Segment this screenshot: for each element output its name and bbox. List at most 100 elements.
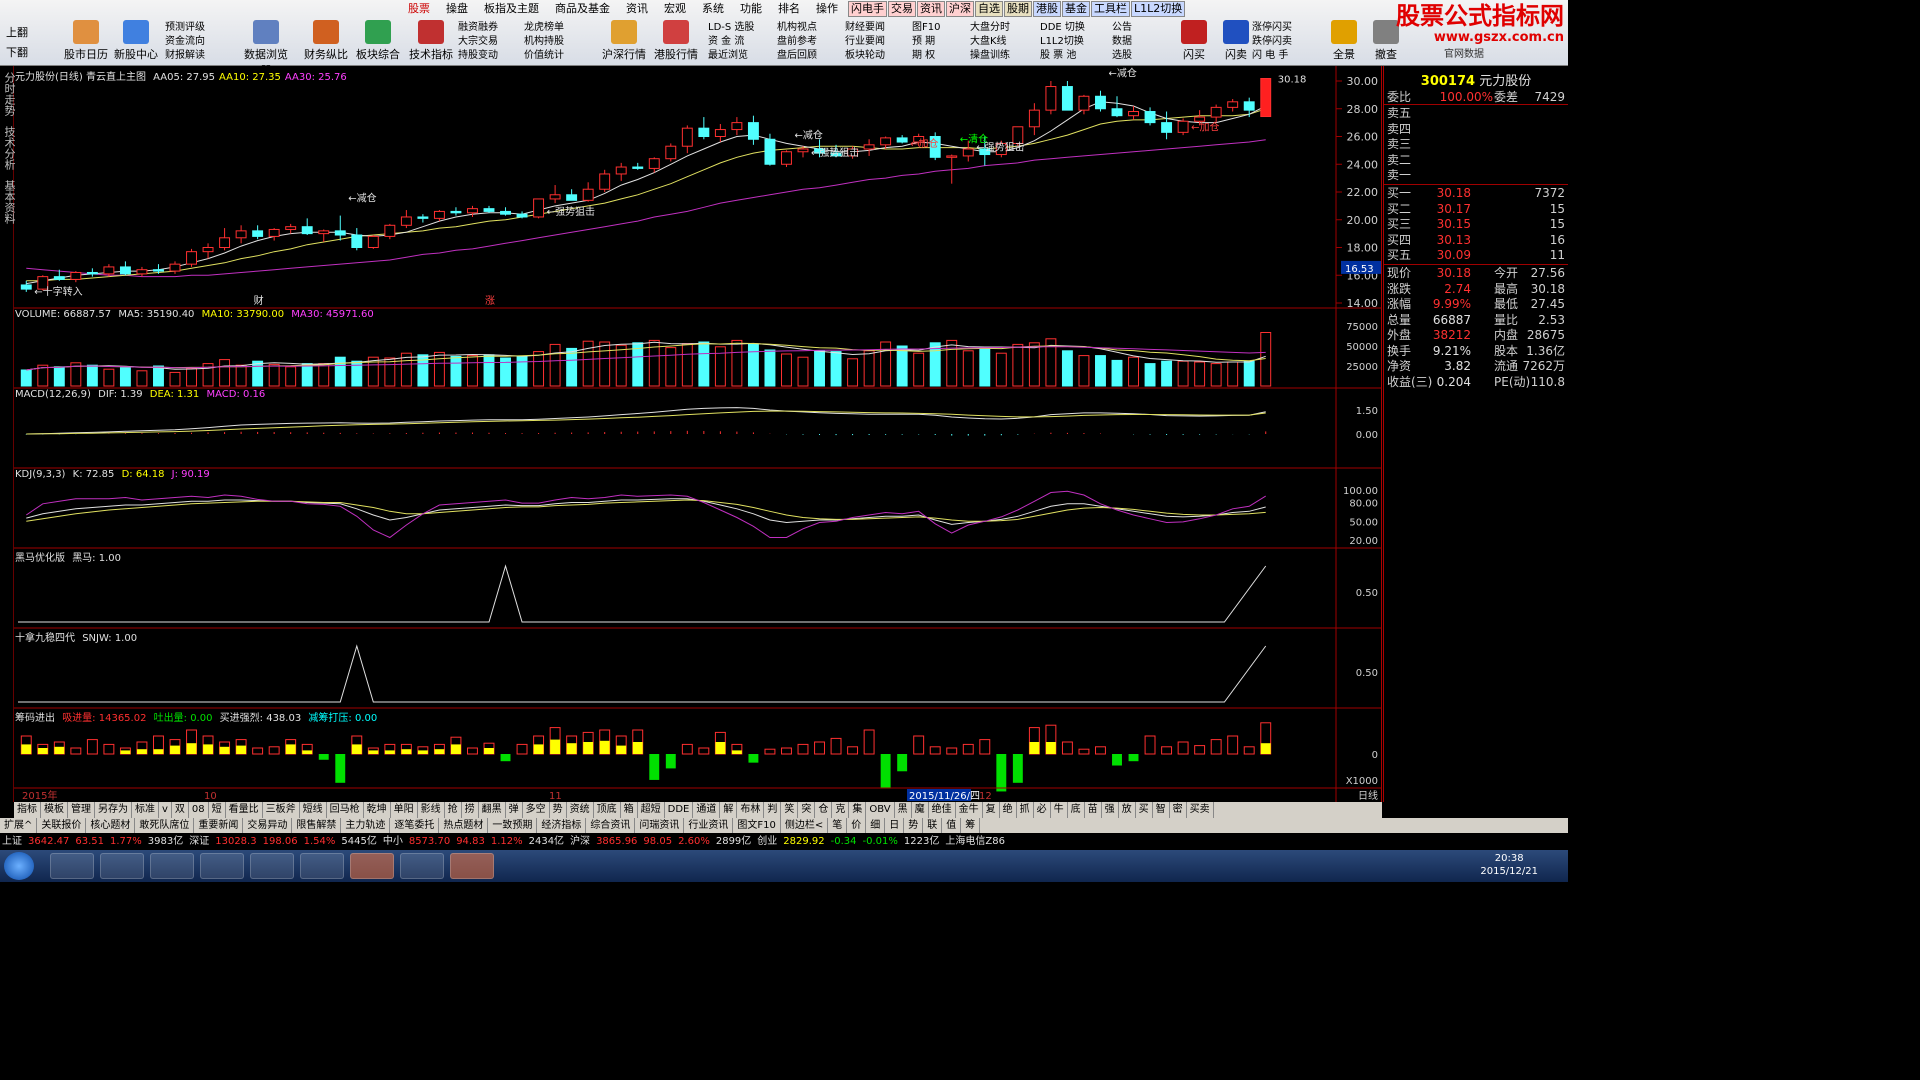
indicator-tab[interactable]: 抓 [1017, 802, 1034, 818]
info-tab[interactable]: 关联报价 [37, 818, 87, 833]
indicator-tab[interactable]: 翻黑 [479, 802, 506, 818]
quick-item[interactable]: 闪电手 [848, 1, 887, 17]
candle-body[interactable] [1045, 86, 1057, 111]
menu-item[interactable]: 操盘 [438, 1, 476, 16]
candle-body[interactable] [53, 276, 65, 280]
toolbar-link[interactable]: 机构视点 [777, 21, 817, 35]
candle-body[interactable] [433, 210, 445, 219]
info-tab[interactable]: 经济指标 [537, 818, 587, 833]
indicator-tab[interactable]: 突 [798, 802, 816, 818]
menu-item[interactable]: 资讯 [618, 1, 656, 16]
candle-body[interactable] [632, 166, 644, 169]
page-up-button[interactable]: 上翻 [6, 26, 28, 40]
toolbar-button[interactable]: 板块综合 [352, 20, 404, 64]
candle-body[interactable] [301, 226, 313, 235]
indicator-tab[interactable]: 抢 [445, 802, 462, 818]
indicator-tab[interactable]: 买 [1136, 802, 1153, 818]
candle-body[interactable] [70, 271, 82, 280]
indicator-tab[interactable]: 标准 [132, 802, 159, 818]
candle-body[interactable] [1210, 106, 1222, 118]
candle-body[interactable] [599, 173, 611, 190]
indicator-tab[interactable]: 势 [550, 802, 567, 818]
indicator-tab[interactable]: 单阳 [391, 802, 418, 818]
quick-item[interactable]: 资讯 [917, 1, 945, 17]
indicator-tab[interactable]: 指标 [14, 802, 41, 818]
taskbar-app-notepad-icon[interactable] [400, 853, 444, 879]
candle-body[interactable] [119, 266, 131, 275]
info-tab[interactable]: 核心题材 [86, 818, 136, 833]
taskbar-app-stock2-icon[interactable] [450, 853, 494, 879]
info-tab[interactable]: 值 [942, 818, 962, 833]
toolbar-button[interactable]: 股市日历 [60, 20, 112, 64]
indicator-tab[interactable]: 绝佳 [929, 802, 956, 818]
info-tab[interactable]: 筹 [961, 818, 981, 833]
indicator-tab[interactable]: 复 [983, 802, 1000, 818]
candle-body[interactable] [351, 234, 363, 248]
candle-body[interactable] [483, 208, 495, 212]
candle-body[interactable] [334, 230, 346, 236]
toolbar-link[interactable]: 财经要闻 [845, 21, 885, 35]
toolbar-link[interactable]: 数据 [1112, 35, 1132, 49]
toolbar-link[interactable]: 闪 电 手 [1252, 49, 1292, 63]
taskbar-app-ie-icon[interactable] [100, 853, 144, 879]
toolbar-link[interactable]: DDE 切换 [1040, 21, 1085, 35]
candle-body[interactable] [169, 263, 181, 272]
indicator-tab[interactable]: 买卖 [1187, 802, 1214, 818]
toolbar-link[interactable]: 大盘分时 [970, 21, 1010, 35]
toolbar-link[interactable]: 操盘训练 [970, 49, 1010, 63]
candle-body[interactable] [1177, 120, 1189, 133]
info-tab[interactable]: 综合资讯 [586, 818, 636, 833]
toolbar-link[interactable]: 盘前参考 [777, 35, 817, 49]
quick-item[interactable]: 工具栏 [1091, 1, 1130, 17]
taskbar-app-stock-icon[interactable] [350, 853, 394, 879]
toolbar-link[interactable]: L1L2切换 [1040, 35, 1085, 49]
taskbar-app-calc-icon[interactable] [300, 853, 344, 879]
quick-item[interactable]: 基金 [1062, 1, 1090, 17]
indicator-tab[interactable]: 08 [189, 802, 209, 818]
toolbar-link[interactable]: 持股变动 [458, 49, 498, 63]
chart-area[interactable]: 30.00 28.00 26.00 24.00 22.00 20.00 18.00 16.00… [14, 66, 1382, 802]
candle-body[interactable] [1144, 111, 1156, 124]
info-tab[interactable]: 交易异动 [243, 818, 293, 833]
candle-body[interactable] [400, 216, 412, 226]
indicator-tab[interactable]: 捞 [462, 802, 479, 818]
candle-body[interactable] [549, 194, 561, 200]
candle-body[interactable] [103, 266, 115, 275]
indicator-tab[interactable]: 布林 [737, 802, 765, 818]
toolbar-link[interactable]: 最近浏览 [708, 49, 754, 63]
taskbar-app-windows-icon[interactable] [50, 853, 94, 879]
toolbar-link[interactable]: 股 票 池 [1040, 49, 1085, 63]
toolbar-link[interactable]: LD-S 选股 [708, 21, 754, 35]
quick-item[interactable]: 股期 [1004, 1, 1032, 17]
info-tab[interactable]: 势 [904, 818, 924, 833]
info-tab[interactable]: 日 [885, 818, 905, 833]
indicator-tab[interactable]: 乾坤 [364, 802, 391, 818]
candle-body[interactable] [714, 129, 726, 137]
candle-body[interactable] [1227, 101, 1239, 108]
indicator-tab[interactable]: 底 [1068, 802, 1085, 818]
candle-body[interactable] [450, 210, 462, 214]
info-tab[interactable]: 主力轨迹 [341, 818, 391, 833]
indicator-tab[interactable]: 智 [1153, 802, 1170, 818]
candle-body[interactable] [747, 122, 759, 140]
toolbar-link[interactable]: 板块轮动 [845, 49, 885, 63]
toolbar-button[interactable]: 沪深行情 [598, 20, 650, 64]
toolbar-link[interactable]: 财报解读 [165, 49, 205, 63]
info-tab[interactable]: 笔 [828, 818, 848, 833]
candle-body[interactable] [384, 224, 396, 237]
toolbar-link[interactable]: 跌停闪卖 [1252, 35, 1292, 49]
indicator-tab[interactable]: 黑 [895, 802, 912, 818]
info-tab[interactable]: 限售解禁 [292, 818, 342, 833]
candle-body[interactable] [1111, 108, 1123, 117]
toolbar-link[interactable]: 预 期 [912, 35, 940, 49]
indicator-tab[interactable]: 资统 [567, 802, 594, 818]
toolbar-link[interactable]: 期 权 [912, 49, 940, 63]
taskbar-app-folder-icon[interactable] [150, 853, 194, 879]
toolbar-link[interactable]: 机构持股 [524, 35, 564, 49]
info-tab[interactable]: 重要新闻 [194, 818, 244, 833]
indicator-tab[interactable]: 回马枪 [327, 802, 364, 818]
toolbar-button[interactable]: 财务纵比 [300, 20, 352, 64]
candle-body[interactable] [136, 269, 148, 275]
candle-body[interactable] [252, 230, 264, 237]
indicator-tab[interactable]: 必 [1034, 802, 1051, 818]
